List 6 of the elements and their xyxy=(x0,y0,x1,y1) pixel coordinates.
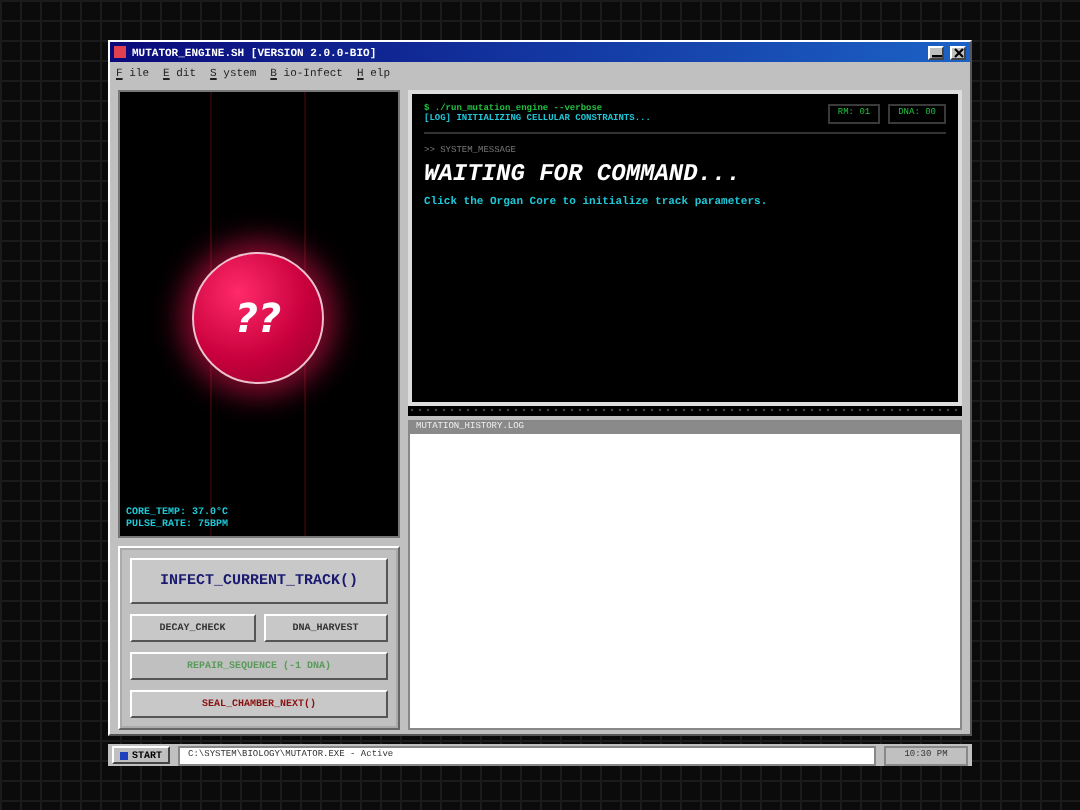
status-headline: WAITING FOR COMMAND... xyxy=(424,160,743,188)
app-icon xyxy=(114,46,126,58)
organ-core-button[interactable]: ?? xyxy=(192,252,324,384)
close-icon xyxy=(953,47,963,57)
close-button[interactable] xyxy=(950,45,966,59)
minimize-button[interactable] xyxy=(928,45,944,59)
